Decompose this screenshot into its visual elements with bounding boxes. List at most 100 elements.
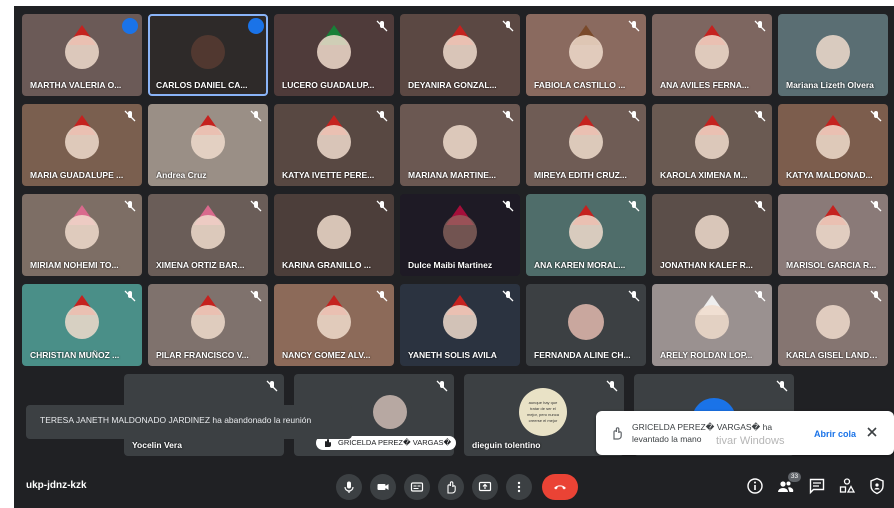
participant-tile[interactable]: CHRISTIAN MUÑOZ ...	[22, 284, 142, 366]
participant-tile[interactable]: KARLA GISEL LANDA...	[778, 284, 888, 366]
participant-name: Andrea Cruz	[156, 170, 207, 180]
participant-video	[443, 214, 477, 249]
participant-video	[443, 124, 477, 159]
mic-off-icon	[376, 20, 388, 32]
raise-hand-icon	[325, 439, 331, 447]
participant-video	[816, 34, 850, 69]
participant-name: KARLA GISEL LANDA...	[786, 350, 882, 360]
present-button[interactable]	[472, 474, 498, 500]
mic-off-icon	[628, 110, 640, 122]
participant-name: DEYANIRA GONZAL...	[408, 80, 497, 90]
open-queue-button[interactable]: Abrir cola	[814, 429, 856, 439]
participant-video	[695, 34, 729, 69]
windows-activation-watermark: tivar Windows	[716, 435, 785, 447]
participant-video	[816, 304, 850, 339]
participant-tile[interactable]: NANCY GOMEZ ALV...	[274, 284, 394, 366]
people-icon[interactable]	[776, 477, 794, 495]
mic-off-icon	[628, 290, 640, 302]
participant-tile[interactable]: Andrea Cruz	[148, 104, 268, 186]
participant-name: KARINA GRANILLO ...	[282, 260, 371, 270]
participant-tile[interactable]: Mariana Lizeth Olvera	[778, 14, 888, 96]
camera-button[interactable]	[370, 474, 396, 500]
mic-button[interactable]	[336, 474, 362, 500]
mic-off-icon	[870, 290, 882, 302]
participant-tile[interactable]: MARIANA MARTINE...	[400, 104, 520, 186]
security-icon[interactable]	[868, 477, 886, 495]
participant-tile[interactable]: Dulce Maibi Martinez	[400, 194, 520, 276]
participant-tile[interactable]: KAROLA XIMENA M...	[652, 104, 772, 186]
toast-text: TERESA JANETH MALDONADO JARDINEZ ha aban…	[40, 415, 312, 425]
raise-hand-icon	[447, 481, 456, 494]
participant-left-toast: TERESA JANETH MALDONADO JARDINEZ ha aban…	[26, 405, 352, 439]
participant-video	[569, 34, 603, 69]
participant-tile[interactable]: ANA KAREN MORAL...	[526, 194, 646, 276]
mic-off-icon	[376, 200, 388, 212]
participant-name: LUCERO GUADALUP...	[282, 80, 375, 90]
mic-off-icon	[754, 290, 766, 302]
participant-name: CHRISTIAN MUÑOZ ...	[30, 350, 120, 360]
participant-tile[interactable]: PILAR FRANCISCO V...	[148, 284, 268, 366]
participant-tile[interactable]: KATYA IVETTE PERE...	[274, 104, 394, 186]
participant-tile[interactable]: XIMENA ORTIZ BAR...	[148, 194, 268, 276]
more-options-icon	[517, 481, 521, 493]
participant-name: PILAR FRANCISCO V...	[156, 350, 249, 360]
raise-hand-button[interactable]	[438, 474, 464, 500]
participant-name: MARIA GUADALUPE ...	[30, 170, 124, 180]
participant-tile[interactable]: FERNANDA ALINE CH...	[526, 284, 646, 366]
end-call-icon	[554, 485, 566, 490]
close-icon[interactable]	[864, 424, 880, 440]
mic-off-icon	[436, 380, 448, 392]
participant-name: MIREYA EDITH CRUZ...	[534, 170, 627, 180]
participant-video	[816, 214, 850, 249]
participant-name: JONATHAN KALEF R...	[660, 260, 753, 270]
participant-tile[interactable]: ARELY ROLDAN LOP...	[652, 284, 772, 366]
profile-avatar: aunque hay que tratar de ser el mejor, p…	[519, 388, 567, 436]
mic-off-icon	[376, 290, 388, 302]
participant-tile[interactable]: KATYA MALDONAD...	[778, 104, 888, 186]
participant-tile[interactable]: MARISOL GARCIA R...	[778, 194, 888, 276]
participant-name: CARLOS DANIEL CA...	[156, 80, 248, 90]
mic-off-icon	[266, 380, 278, 392]
microphone-icon	[344, 481, 354, 493]
mic-off-icon	[250, 200, 262, 212]
chat-icon[interactable]	[808, 477, 826, 495]
mic-off-icon	[754, 110, 766, 122]
profile-avatar	[568, 303, 604, 340]
participant-tile[interactable]: MIREYA EDITH CRUZ...	[526, 104, 646, 186]
mic-off-icon	[628, 20, 640, 32]
participant-name: MARISOL GARCIA R...	[786, 260, 877, 270]
participant-video	[373, 394, 407, 429]
participant-tile[interactable]: JONATHAN KALEF R...	[652, 194, 772, 276]
participant-tile[interactable]: DEYANIRA GONZAL...	[400, 14, 520, 96]
participant-video	[317, 214, 351, 249]
participant-name: ANA AVILES FERNA...	[660, 80, 749, 90]
participant-name: Mariana Lizeth Olvera	[786, 80, 874, 90]
participant-tile[interactable]: MIRIAM NOHEMI TO...	[22, 194, 142, 276]
mic-off-icon	[250, 110, 262, 122]
participant-tile[interactable]: CARLOS DANIEL CA...	[148, 14, 268, 96]
participant-video	[317, 124, 351, 159]
participant-tile[interactable]: MARIA GUADALUPE ...	[22, 104, 142, 186]
participant-tile[interactable]: ANA AVILES FERNA...	[652, 14, 772, 96]
info-icon[interactable]	[746, 477, 764, 495]
participant-name: FERNANDA ALINE CH...	[534, 350, 631, 360]
raise-hand-icon	[613, 427, 622, 440]
participant-tile[interactable]: KARINA GRANILLO ...	[274, 194, 394, 276]
mic-off-icon	[124, 110, 136, 122]
participant-tile[interactable]: YANETH SOLIS AVILA	[400, 284, 520, 366]
participant-tile[interactable]: FABIOLA CASTILLO ...	[526, 14, 646, 96]
mic-off-icon	[376, 110, 388, 122]
participant-video	[443, 304, 477, 339]
participant-tile[interactable]: MARTHA VALERIA O...	[22, 14, 142, 96]
activities-icon[interactable]	[838, 477, 856, 495]
participant-tile[interactable]: LUCERO GUADALUP...	[274, 14, 394, 96]
captions-button[interactable]	[404, 474, 430, 500]
more-options-button[interactable]	[506, 474, 532, 500]
mic-off-icon	[870, 200, 882, 212]
control-bar: ukp-jdnz-kzk 33	[14, 464, 894, 508]
participant-video	[443, 34, 477, 69]
participant-video	[569, 214, 603, 249]
present-screen-icon	[478, 481, 492, 492]
participant-name: MARTHA VALERIA O...	[30, 80, 122, 90]
end-call-button[interactable]	[542, 474, 578, 500]
